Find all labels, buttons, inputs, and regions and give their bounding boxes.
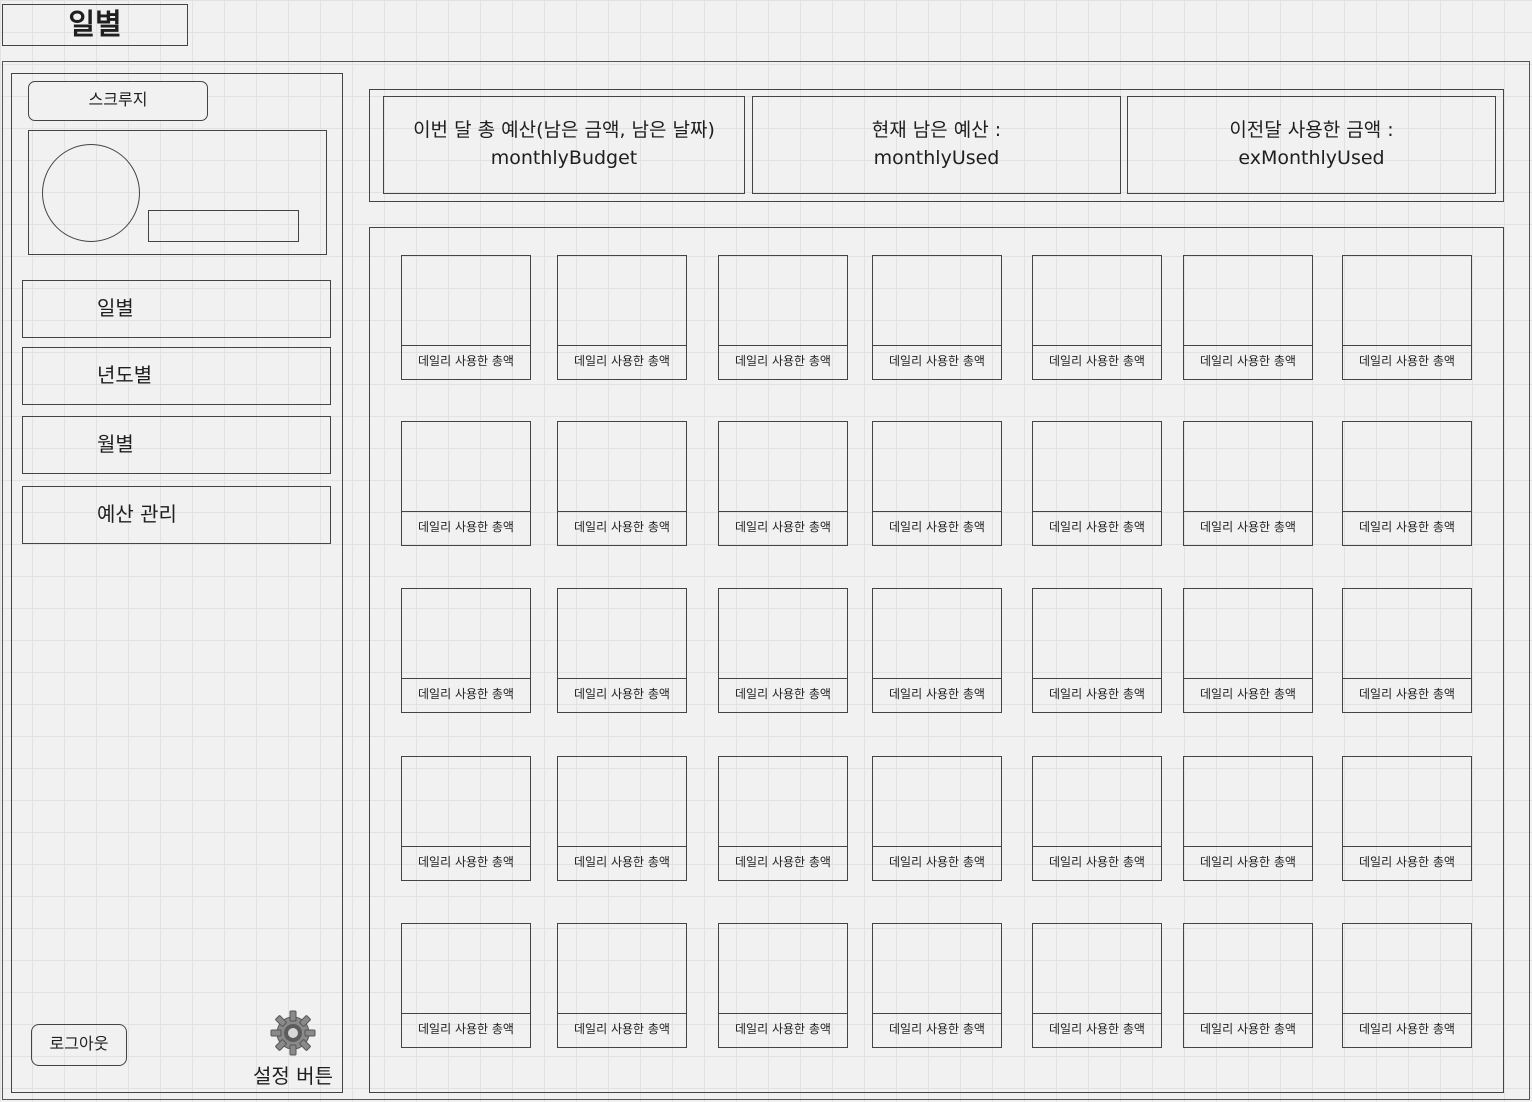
daily-cell-label: 데일리 사용한 총액 <box>402 846 530 880</box>
daily-cell[interactable]: 데일리 사용한 총액 <box>401 588 531 713</box>
sidebar-item-yearly[interactable]: 년도별 <box>22 347 331 405</box>
gear-icon <box>270 1010 316 1056</box>
daily-cell[interactable]: 데일리 사용한 총액 <box>718 421 848 546</box>
daily-cell-label: 데일리 사용한 총액 <box>1343 846 1471 880</box>
settings-label: 설정 버튼 <box>253 1064 333 1088</box>
summary-panel: 이번 달 총 예산(남은 금액, 남은 날짜) monthlyBudget 현재… <box>369 89 1504 202</box>
daily-cell[interactable]: 데일리 사용한 총액 <box>718 756 848 881</box>
remaining-card-value: monthlyUsed <box>873 147 1000 169</box>
previous-card-value: exMonthlyUsed <box>1238 147 1385 169</box>
daily-cell-label: 데일리 사용한 총액 <box>1184 1013 1312 1047</box>
daily-cell-label: 데일리 사용한 총액 <box>1184 511 1312 545</box>
daily-cell[interactable]: 데일리 사용한 총액 <box>1183 923 1313 1048</box>
daily-cell[interactable]: 데일리 사용한 총액 <box>401 255 531 380</box>
budget-card-title: 이번 달 총 예산(남은 금액, 남은 날짜) <box>413 119 715 141</box>
app-name-button[interactable]: 스크루지 <box>28 81 208 121</box>
daily-cell-label: 데일리 사용한 총액 <box>558 511 686 545</box>
remaining-card: 현재 남은 예산 : monthlyUsed <box>752 96 1121 194</box>
daily-cell[interactable]: 데일리 사용한 총액 <box>557 923 687 1048</box>
daily-cell-label: 데일리 사용한 총액 <box>558 1013 686 1047</box>
avatar[interactable] <box>42 144 140 242</box>
sidebar: 스크루지 일별 년도별 월별 예산 관리 로그아웃 설정 버튼 <box>11 73 343 1093</box>
daily-cell-label: 데일리 사용한 총액 <box>402 1013 530 1047</box>
daily-cell[interactable]: 데일리 사용한 총액 <box>557 421 687 546</box>
daily-cell-label: 데일리 사용한 총액 <box>1184 846 1312 880</box>
daily-cell-label: 데일리 사용한 총액 <box>558 678 686 712</box>
daily-cell-label: 데일리 사용한 총액 <box>873 846 1001 880</box>
daily-cell-label: 데일리 사용한 총액 <box>1184 678 1312 712</box>
daily-cell[interactable]: 데일리 사용한 총액 <box>557 588 687 713</box>
daily-cell[interactable]: 데일리 사용한 총액 <box>1342 923 1472 1048</box>
daily-cell-label: 데일리 사용한 총액 <box>719 1013 847 1047</box>
daily-cell[interactable]: 데일리 사용한 총액 <box>1342 756 1472 881</box>
daily-cell-label: 데일리 사용한 총액 <box>719 511 847 545</box>
daily-cell-label: 데일리 사용한 총액 <box>1033 345 1161 379</box>
daily-cell-label: 데일리 사용한 총액 <box>719 846 847 880</box>
sidebar-item-monthly[interactable]: 월별 <box>22 416 331 474</box>
sidebar-item-budget[interactable]: 예산 관리 <box>22 486 331 544</box>
daily-cell[interactable]: 데일리 사용한 총액 <box>1032 255 1162 380</box>
daily-cell-label: 데일리 사용한 총액 <box>1343 511 1471 545</box>
daily-cell[interactable]: 데일리 사용한 총액 <box>872 255 1002 380</box>
daily-cell[interactable]: 데일리 사용한 총액 <box>872 421 1002 546</box>
daily-cell-label: 데일리 사용한 총액 <box>402 345 530 379</box>
daily-cell[interactable]: 데일리 사용한 총액 <box>872 923 1002 1048</box>
previous-card-title: 이전달 사용한 금액 : <box>1229 119 1394 141</box>
daily-cell[interactable]: 데일리 사용한 총액 <box>401 756 531 881</box>
daily-cell[interactable]: 데일리 사용한 총액 <box>557 756 687 881</box>
remaining-card-title: 현재 남은 예산 : <box>871 119 1002 141</box>
daily-cell-label: 데일리 사용한 총액 <box>873 345 1001 379</box>
daily-cell-label: 데일리 사용한 총액 <box>1033 846 1161 880</box>
daily-cell[interactable]: 데일리 사용한 총액 <box>401 923 531 1048</box>
budget-card-value: monthlyBudget <box>490 147 638 169</box>
daily-cell-label: 데일리 사용한 총액 <box>873 511 1001 545</box>
daily-cell-label: 데일리 사용한 총액 <box>1343 678 1471 712</box>
daily-cell-label: 데일리 사용한 총액 <box>1343 345 1471 379</box>
daily-cell-label: 데일리 사용한 총액 <box>873 1013 1001 1047</box>
daily-cell[interactable]: 데일리 사용한 총액 <box>718 255 848 380</box>
daily-cell-label: 데일리 사용한 총액 <box>402 511 530 545</box>
settings-button[interactable]: 설정 버튼 <box>252 1008 334 1089</box>
profile-card <box>28 130 327 255</box>
page-title: 일별 <box>68 7 122 41</box>
daily-cell[interactable]: 데일리 사용한 총액 <box>401 421 531 546</box>
daily-cell-label: 데일리 사용한 총액 <box>558 846 686 880</box>
daily-cell[interactable]: 데일리 사용한 총액 <box>1342 588 1472 713</box>
daily-cell[interactable]: 데일리 사용한 총액 <box>1032 756 1162 881</box>
daily-cell[interactable]: 데일리 사용한 총액 <box>1342 421 1472 546</box>
daily-cell[interactable]: 데일리 사용한 총액 <box>1183 756 1313 881</box>
daily-cell-label: 데일리 사용한 총액 <box>873 678 1001 712</box>
page-title-box: 일별 <box>2 4 188 46</box>
daily-cell-label: 데일리 사용한 총액 <box>719 345 847 379</box>
daily-cell[interactable]: 데일리 사용한 총액 <box>1342 255 1472 380</box>
daily-cell-label: 데일리 사용한 총액 <box>1033 511 1161 545</box>
profile-name-field <box>148 210 299 242</box>
daily-cell[interactable]: 데일리 사용한 총액 <box>1032 588 1162 713</box>
daily-cell-label: 데일리 사용한 총액 <box>1033 678 1161 712</box>
daily-cell[interactable]: 데일리 사용한 총액 <box>718 588 848 713</box>
daily-cell-label: 데일리 사용한 총액 <box>1343 1013 1471 1047</box>
daily-cell[interactable]: 데일리 사용한 총액 <box>1183 255 1313 380</box>
daily-cell[interactable]: 데일리 사용한 총액 <box>872 588 1002 713</box>
sidebar-item-daily[interactable]: 일별 <box>22 280 331 338</box>
daily-cell[interactable]: 데일리 사용한 총액 <box>1032 923 1162 1048</box>
daily-cell[interactable]: 데일리 사용한 총액 <box>1032 421 1162 546</box>
logout-button[interactable]: 로그아웃 <box>31 1024 127 1066</box>
daily-cell[interactable]: 데일리 사용한 총액 <box>872 756 1002 881</box>
daily-grid: 데일리 사용한 총액 데일리 사용한 총액 데일리 사용한 총액 데일리 사용한 총액… <box>369 227 1504 1093</box>
daily-cell-label: 데일리 사용한 총액 <box>719 678 847 712</box>
daily-cell[interactable]: 데일리 사용한 총액 <box>557 255 687 380</box>
daily-cell-label: 데일리 사용한 총액 <box>558 345 686 379</box>
daily-cell-label: 데일리 사용한 총액 <box>1184 345 1312 379</box>
daily-cell[interactable]: 데일리 사용한 총액 <box>1183 421 1313 546</box>
daily-cell[interactable]: 데일리 사용한 총액 <box>1183 588 1313 713</box>
budget-card: 이번 달 총 예산(남은 금액, 남은 날짜) monthlyBudget <box>383 96 745 194</box>
daily-cell-label: 데일리 사용한 총액 <box>1033 1013 1161 1047</box>
previous-card: 이전달 사용한 금액 : exMonthlyUsed <box>1127 96 1496 194</box>
daily-cell[interactable]: 데일리 사용한 총액 <box>718 923 848 1048</box>
daily-cell-label: 데일리 사용한 총액 <box>402 678 530 712</box>
